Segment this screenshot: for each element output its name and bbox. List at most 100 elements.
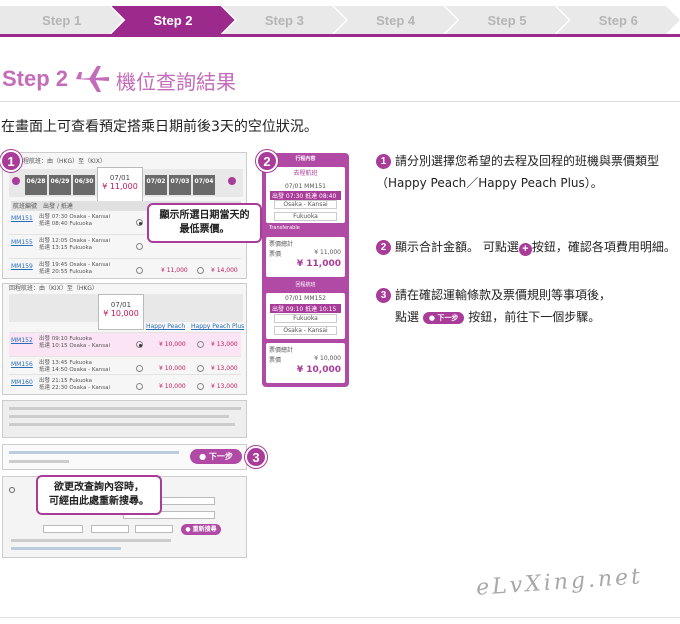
fare-label: 票價 [269, 357, 282, 364]
next-icon-label: 下一步 [437, 314, 459, 322]
fare-radio[interactable] [197, 341, 204, 348]
inbound-origin: Fukuoka [274, 314, 337, 323]
date-option[interactable]: 07/03 [169, 175, 191, 195]
next-dates-icon[interactable] [228, 177, 236, 185]
date-option[interactable]: 06/29 [49, 175, 71, 195]
plan-happy-peach[interactable]: Happy Peach [146, 323, 185, 330]
note-line [9, 407, 241, 410]
explanation-3: 3 請在確認運輸條款及票價規則等事項後， 點選 ● 下一步 按鈕，前往下一個步驟。 [376, 284, 678, 328]
step-6: Step 6 [557, 6, 680, 34]
outbound-times: 出發 07:30 抵達 08:40 [270, 191, 341, 200]
fare-price: ¥ 10,000 [159, 383, 186, 390]
selected-date-price: ¥ 11,000 [102, 182, 138, 191]
fare-radio[interactable] [136, 383, 143, 390]
itinerary-sidebar: 行程內容 去程航班 07/01 MM151 出發 07:30 抵達 08:40 … [262, 153, 349, 387]
table-row[interactable]: MM160 出發 21:15 Fukuoka 抵達 22:30 Osaka - … [9, 374, 241, 394]
fare-value: ¥ 10,000 [314, 355, 341, 362]
fare-value: ¥ 11,000 [314, 249, 341, 256]
flight-number[interactable]: MM151 [11, 215, 33, 222]
outbound-flight: 07/01 MM151 [284, 183, 326, 190]
total-value: ¥ 11,000 [296, 259, 341, 269]
flight-times: 出發 19:45 Osaka - Kansai 抵達 20:55 Fukuoka [39, 262, 110, 275]
selected-date-label: 07/01 [110, 301, 132, 309]
page-title: 機位查詢結果 [116, 70, 236, 94]
explanation-2a-text: 顯示合計金額。 可點選 [395, 240, 519, 254]
fare-price: ¥ 13,000 [211, 365, 238, 372]
help-link[interactable] [11, 547, 121, 550]
airplane-icon [75, 66, 109, 92]
inbound-label: 回程航班 [295, 282, 316, 288]
number-3-icon: 3 [376, 288, 391, 303]
note-line [11, 539, 171, 542]
research-button[interactable]: ● 重新搜尋 [181, 524, 221, 535]
lowest-fare-callout: 顯示所選日期當天的 最低票價。 [147, 203, 262, 243]
adult-select[interactable] [43, 525, 83, 533]
trip-radio[interactable] [9, 487, 15, 493]
outbound-summary: 去程航班 07/01 MM151 出發 07:30 抵達 08:40 Osaka… [266, 167, 345, 223]
selected-date[interactable]: 07/01 ¥ 11,000 [97, 167, 143, 203]
prev-dates-icon[interactable] [12, 177, 20, 185]
fare-radio[interactable] [136, 267, 143, 274]
outbound-label: 去程航班 [293, 170, 318, 177]
inbound-summary: 07/01 MM152 出發 09:10 抵達 10:15 Fukuoka Os… [266, 293, 345, 339]
date-option[interactable]: 07/02 [145, 175, 167, 195]
fare-radio[interactable] [136, 365, 143, 372]
explanation-2b-text: 按鈕，確認各項費用明細。 [531, 240, 676, 254]
fare-radio[interactable] [197, 365, 204, 372]
fare-radio[interactable] [136, 243, 143, 250]
date-option[interactable]: 06/28 [25, 175, 47, 195]
flight-number[interactable]: MM152 [11, 337, 33, 344]
watermark: eLvXing.net [475, 564, 644, 601]
flight-times: 出發 09:10 Fukuoka 抵達 10:15 Osaka - Kansai [39, 336, 110, 349]
date-option[interactable]: 06/30 [73, 175, 95, 195]
step-2-active: Step 2 [111, 6, 234, 34]
outbound-origin: Osaka - Kansai [274, 200, 337, 209]
number-1-icon: 1 [376, 154, 391, 169]
step-3: Step 3 [223, 6, 346, 34]
step-heading: Step 2 [2, 66, 69, 91]
date-option[interactable]: 07/04 [193, 175, 215, 195]
badge-1: 1 [0, 150, 22, 172]
outbound-dates: 06/28 06/29 06/30 07/01 ¥ 11,000 07/02 07… [25, 167, 215, 203]
col-flight-no: 航班編號 [13, 203, 38, 210]
fare-radio[interactable] [136, 341, 143, 348]
plan-happy-peach-plus[interactable]: Happy Peach Plus [191, 323, 244, 330]
badge-3: 3 [245, 446, 267, 468]
fare-price: ¥ 10,000 [159, 365, 186, 372]
transferable-label: Transferable [269, 225, 300, 231]
flight-times: 出發 21:15 Fukuoka 抵達 22:30 Osaka - Kansai [39, 378, 110, 391]
flight-times: 出發 12:05 Osaka - Kansai 抵達 13:15 Fukuoka [39, 238, 110, 251]
infant-select[interactable] [135, 525, 173, 533]
flight-number[interactable]: MM160 [11, 379, 33, 386]
fare-radio[interactable] [136, 219, 143, 226]
selected-date-label: 07/01 [109, 174, 131, 182]
fare-price: ¥ 13,000 [211, 383, 238, 390]
fare-radio[interactable] [197, 267, 204, 274]
flight-number[interactable]: MM159 [11, 263, 33, 270]
explanation-2: 2 顯示合計金額。 可點選 + 按鈕，確認各項費用明細。 [376, 236, 678, 258]
explanation-3b-text: 點選 [395, 310, 420, 324]
divider [0, 101, 680, 102]
step-5: Step 5 [445, 6, 568, 34]
fare-price: ¥ 10,000 [159, 341, 186, 348]
flight-number[interactable]: MM156 [11, 361, 33, 368]
table-row[interactable]: MM159 出發 19:45 Osaka - Kansai 抵達 20:55 F… [9, 258, 241, 278]
col-times: 出發 / 抵達 [43, 203, 73, 210]
fare-radio[interactable] [197, 383, 204, 390]
total-value: ¥ 10,000 [296, 365, 341, 375]
step-underline [0, 34, 680, 37]
note-line [9, 460, 69, 463]
inbound-destination: Osaka - Kansai [274, 326, 337, 335]
next-button[interactable]: ● 下一步 [190, 449, 242, 464]
child-select[interactable] [91, 525, 129, 533]
flight-number[interactable]: MM155 [11, 239, 33, 246]
explanation-3c-text: 按鈕，前往下一個步驟。 [468, 310, 601, 324]
fare-price: ¥ 14,000 [211, 267, 238, 274]
plus-icon: + [518, 242, 532, 256]
fare-price: ¥ 11,000 [161, 267, 188, 274]
selected-date[interactable]: 07/01 ¥ 10,000 [98, 294, 144, 330]
fare-label: 票價 [269, 251, 282, 258]
conditions-link[interactable] [9, 451, 179, 454]
explanation-1-text: 請分別選擇您希望的去程及回程的班機與票價類型（Happy Peach／Happy… [376, 154, 660, 190]
table-row-selected[interactable]: MM152 出發 09:10 Fukuoka 抵達 10:15 Osaka - … [9, 332, 241, 356]
